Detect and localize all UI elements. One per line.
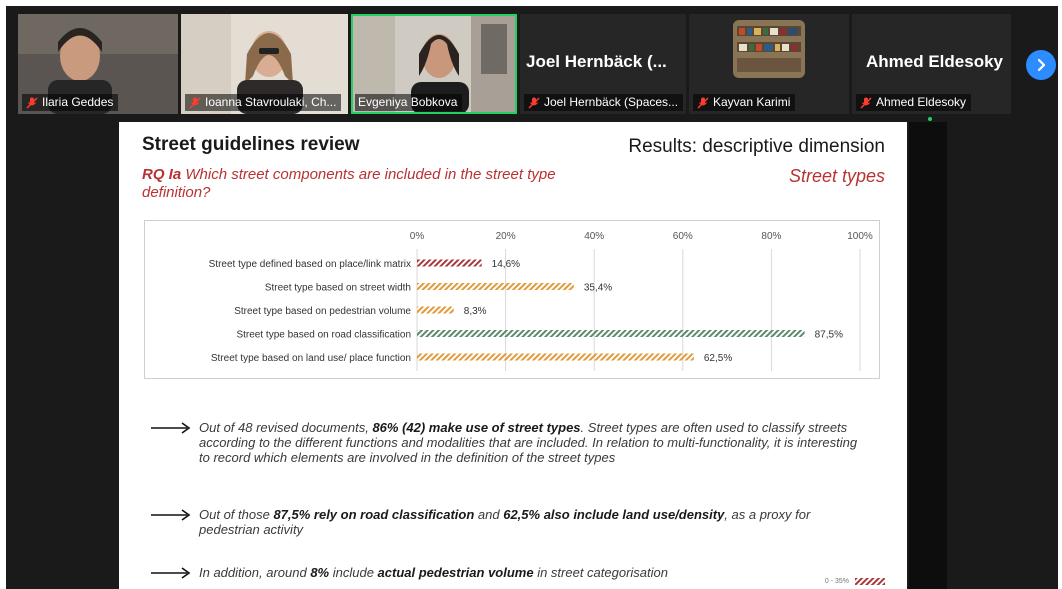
participant-tile-4[interactable]: Kayvan Karimi bbox=[689, 14, 849, 114]
screen: Ilaria Geddes Ioanna Stavroulaki, Ch... bbox=[0, 0, 1062, 589]
results-title: Results: descriptive dimension bbox=[628, 136, 885, 157]
mic-muted-icon bbox=[697, 96, 709, 109]
participant-name: Evgeniya Bobkova bbox=[358, 95, 458, 109]
x-tick-label: 0% bbox=[410, 231, 425, 242]
value-label: 35,4% bbox=[584, 283, 612, 294]
participant-tile-1[interactable]: Ioanna Stavroulaki, Ch... bbox=[181, 14, 348, 114]
participant-strip: Ilaria Geddes Ioanna Stavroulaki, Ch... bbox=[18, 14, 1011, 114]
bar-chart-svg: 0% 20% 40% 60% 80% 100% Street type defined ba… bbox=[209, 231, 873, 371]
arrow-right-icon bbox=[151, 422, 191, 434]
participant-name-tag: Ioanna Stavroulaki, Ch... bbox=[185, 94, 342, 111]
participant-tile-3[interactable]: Joel Hernbäck (... Joel Hernbäck (Spaces… bbox=[520, 14, 686, 114]
category-label: Street type based on street width bbox=[265, 283, 411, 294]
x-tick-label: 40% bbox=[584, 231, 604, 242]
bar bbox=[417, 330, 805, 337]
mic-muted-icon bbox=[189, 96, 201, 109]
participant-avatar bbox=[733, 20, 805, 78]
bullet-bold-segment: actual pedestrian volume bbox=[377, 565, 534, 580]
rq-text: Which street components are included in … bbox=[142, 166, 556, 201]
bullet-text: In addition, around 8% include actual pe… bbox=[199, 565, 869, 580]
bar-chart: 0% 20% 40% 60% 80% 100% Street type defined ba… bbox=[144, 220, 880, 379]
arrow-right-icon bbox=[151, 509, 191, 521]
category-label: Street type based on land use/ place fun… bbox=[211, 353, 411, 364]
bar bbox=[417, 259, 482, 267]
bar bbox=[417, 353, 694, 361]
research-question: RQ Ia Which street components are includ… bbox=[142, 166, 562, 202]
participant-name-tag: Joel Hernbäck (Spaces... bbox=[524, 94, 684, 111]
bullet-segment: In addition, around bbox=[199, 565, 311, 580]
mini-legend-label: 0 - 35% bbox=[824, 578, 849, 585]
mic-muted-icon bbox=[860, 96, 872, 109]
x-tick-label: 80% bbox=[761, 231, 781, 242]
bullet-segment: include bbox=[329, 565, 378, 580]
section-title: Street types bbox=[788, 166, 885, 186]
participant-name: Ilaria Geddes bbox=[42, 95, 114, 109]
value-label: 62,5% bbox=[704, 353, 732, 364]
slide-title: Street guidelines review bbox=[142, 134, 360, 155]
participant-name: Joel Hernbäck (Spaces... bbox=[544, 95, 679, 109]
meeting-window: Ilaria Geddes Ioanna Stavroulaki, Ch... bbox=[6, 6, 1058, 589]
category-label: Street type defined based on place/link … bbox=[209, 259, 411, 270]
status-dot bbox=[928, 117, 932, 121]
x-tick-label: 60% bbox=[673, 231, 693, 242]
x-tick-label: 100% bbox=[847, 231, 873, 242]
participant-name-tag: Kayvan Karimi bbox=[693, 94, 796, 111]
mic-muted-icon bbox=[528, 96, 540, 109]
rq-label: RQ Ia bbox=[142, 166, 182, 183]
participant-tile-2[interactable]: Evgeniya Bobkova bbox=[351, 14, 517, 114]
x-tick-label: 20% bbox=[496, 231, 516, 242]
participant-display-name: Joel Hernbäck (... bbox=[526, 52, 667, 71]
bullet-bold-segment: 86% (42) make use of street types bbox=[372, 420, 581, 435]
bullet-segment: Out of 48 revised documents, bbox=[199, 420, 373, 435]
bullet-text: Out of 48 revised documents, 86% (42) ma… bbox=[199, 420, 869, 465]
participant-name-tag: Ahmed Eldesoky bbox=[856, 94, 972, 111]
arrow-right-icon bbox=[151, 567, 191, 579]
category-label: Street type based on pedestrian volume bbox=[234, 306, 411, 317]
bar bbox=[417, 283, 574, 290]
bullet-text: Out of those 87,5% rely on road classifi… bbox=[199, 507, 869, 537]
participant-tile-5[interactable]: Ahmed Eldesoky Ahmed Eldesoky bbox=[852, 14, 1011, 114]
bullet-segment: and bbox=[474, 507, 504, 522]
participant-name: Ahmed Eldesoky bbox=[876, 95, 967, 109]
next-participants-button[interactable] bbox=[1026, 50, 1056, 80]
value-label: 8,3% bbox=[464, 306, 487, 317]
participant-name: Ioanna Stavroulaki, Ch... bbox=[205, 95, 337, 109]
side-panel bbox=[909, 122, 947, 589]
participant-name-tag: Evgeniya Bobkova bbox=[355, 94, 463, 111]
mini-legend: 0 - 35% bbox=[825, 578, 885, 585]
chevron-right-icon bbox=[1037, 58, 1046, 72]
bullet-segment: in street categorisation bbox=[533, 565, 668, 580]
bar bbox=[417, 306, 454, 314]
shared-screen-slide: Street guidelines review RQ Ia Which str… bbox=[119, 122, 907, 589]
bullet-bold-segment: 87,5% rely on road classification bbox=[273, 507, 475, 522]
value-label: 14,6% bbox=[492, 259, 520, 270]
participant-display-name: Ahmed Eldesoky bbox=[866, 52, 1003, 71]
value-label: 87,5% bbox=[815, 330, 843, 341]
category-label: Street type based on road classification bbox=[236, 330, 411, 341]
bullet-segment: Out of those bbox=[199, 507, 274, 522]
participant-name: Kayvan Karimi bbox=[713, 95, 791, 109]
mic-muted-icon bbox=[26, 96, 38, 109]
bullet-bold-segment: 62,5% also include land use/density bbox=[503, 507, 725, 522]
participant-tile-0[interactable]: Ilaria Geddes bbox=[18, 14, 178, 114]
bullet-bold-segment: 8% bbox=[310, 565, 330, 580]
participant-name-tag: Ilaria Geddes bbox=[22, 94, 119, 111]
mini-legend-swatch bbox=[855, 578, 885, 585]
